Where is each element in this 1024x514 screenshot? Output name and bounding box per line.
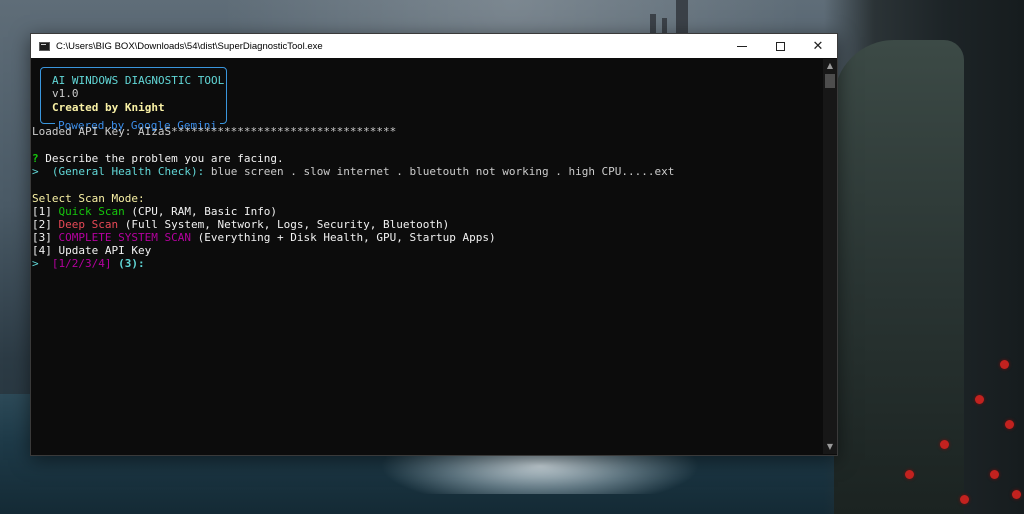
maximize-icon (775, 41, 785, 51)
banner-title: AI WINDOWS DIAGNOSTIC TOOL (52, 74, 225, 87)
answer-text: blue screen . slow internet . bluetouth … (210, 165, 675, 178)
rose-flower (975, 395, 984, 404)
answer-line: > (General Health Check): blue screen . … (32, 165, 674, 178)
api-key-line: Loaded API Key: AIzaS*******************… (32, 125, 397, 138)
maximize-button[interactable] (761, 34, 799, 58)
window-title: C:\Users\BIG BOX\Downloads\54\dist\Super… (56, 40, 323, 52)
vertical-scrollbar[interactable]: ▲ ▼ (823, 59, 837, 454)
close-icon: ✕ (812, 38, 824, 54)
castle-silhouette (648, 0, 698, 34)
question-mark: ? (32, 152, 39, 165)
select-heading: Select Scan Mode: (32, 192, 145, 205)
option-key: [1] (32, 205, 52, 218)
option-key: [2] (32, 218, 52, 231)
option-key: [4] (32, 244, 52, 257)
option-line: [4] Update API Key (32, 244, 151, 257)
banner-author: Created by Knight (52, 101, 165, 114)
rose-flower (940, 440, 949, 449)
option-desc: (Everything + Disk Health, GPU, Startup … (197, 231, 496, 244)
app-banner: AI WINDOWS DIAGNOSTIC TOOL v1.0 Created … (40, 67, 227, 133)
console-window[interactable]: C:\Users\BIG BOX\Downloads\54\dist\Super… (30, 33, 838, 456)
option-name: Deep Scan (58, 218, 119, 231)
option-line: [1] Quick Scan (CPU, RAM, Basic Info) (32, 205, 277, 218)
option-name: Update API Key (58, 244, 152, 257)
question-line: ? Describe the problem you are facing. (32, 152, 284, 165)
choice-options: [1/2/3/4] (51, 257, 112, 270)
choice-prompt-line[interactable]: > [1/2/3/4] (3): (32, 257, 145, 270)
scroll-up-arrow-icon[interactable]: ▲ (823, 59, 837, 73)
rose-flower (1012, 490, 1021, 499)
rose-flower (960, 495, 969, 504)
rose-flower (990, 470, 999, 479)
option-name: Quick Scan (58, 205, 125, 218)
scroll-thumb[interactable] (825, 74, 835, 88)
close-button[interactable]: ✕ (799, 34, 837, 58)
rose-flower (1005, 420, 1014, 429)
console-app-icon (39, 41, 50, 51)
option-desc: (CPU, RAM, Basic Info) (131, 205, 278, 218)
choice-default: (3): (118, 257, 145, 270)
prompt-glyph: > (32, 257, 39, 270)
console-output[interactable]: AI WINDOWS DIAGNOSTIC TOOL v1.0 Created … (32, 59, 823, 454)
scroll-down-arrow-icon[interactable]: ▼ (823, 440, 837, 454)
option-line: [2] Deep Scan (Full System, Network, Log… (32, 218, 449, 231)
banner-version: v1.0 (52, 87, 79, 100)
default-hint: (General Health Check): (51, 165, 205, 178)
rose-flower (1000, 360, 1009, 369)
option-line: [3] COMPLETE SYSTEM SCAN (Everything + D… (32, 231, 496, 244)
question-text: Describe the problem you are facing. (45, 152, 284, 165)
option-name: COMPLETE SYSTEM SCAN (58, 231, 191, 244)
option-key: [3] (32, 231, 52, 244)
rose-flower (905, 470, 914, 479)
prompt-glyph: > (32, 165, 39, 178)
option-desc: (Full System, Network, Logs, Security, B… (124, 218, 450, 231)
minimize-button[interactable] (723, 34, 761, 58)
minimize-icon (737, 45, 747, 47)
title-bar[interactable]: C:\Users\BIG BOX\Downloads\54\dist\Super… (31, 34, 837, 58)
